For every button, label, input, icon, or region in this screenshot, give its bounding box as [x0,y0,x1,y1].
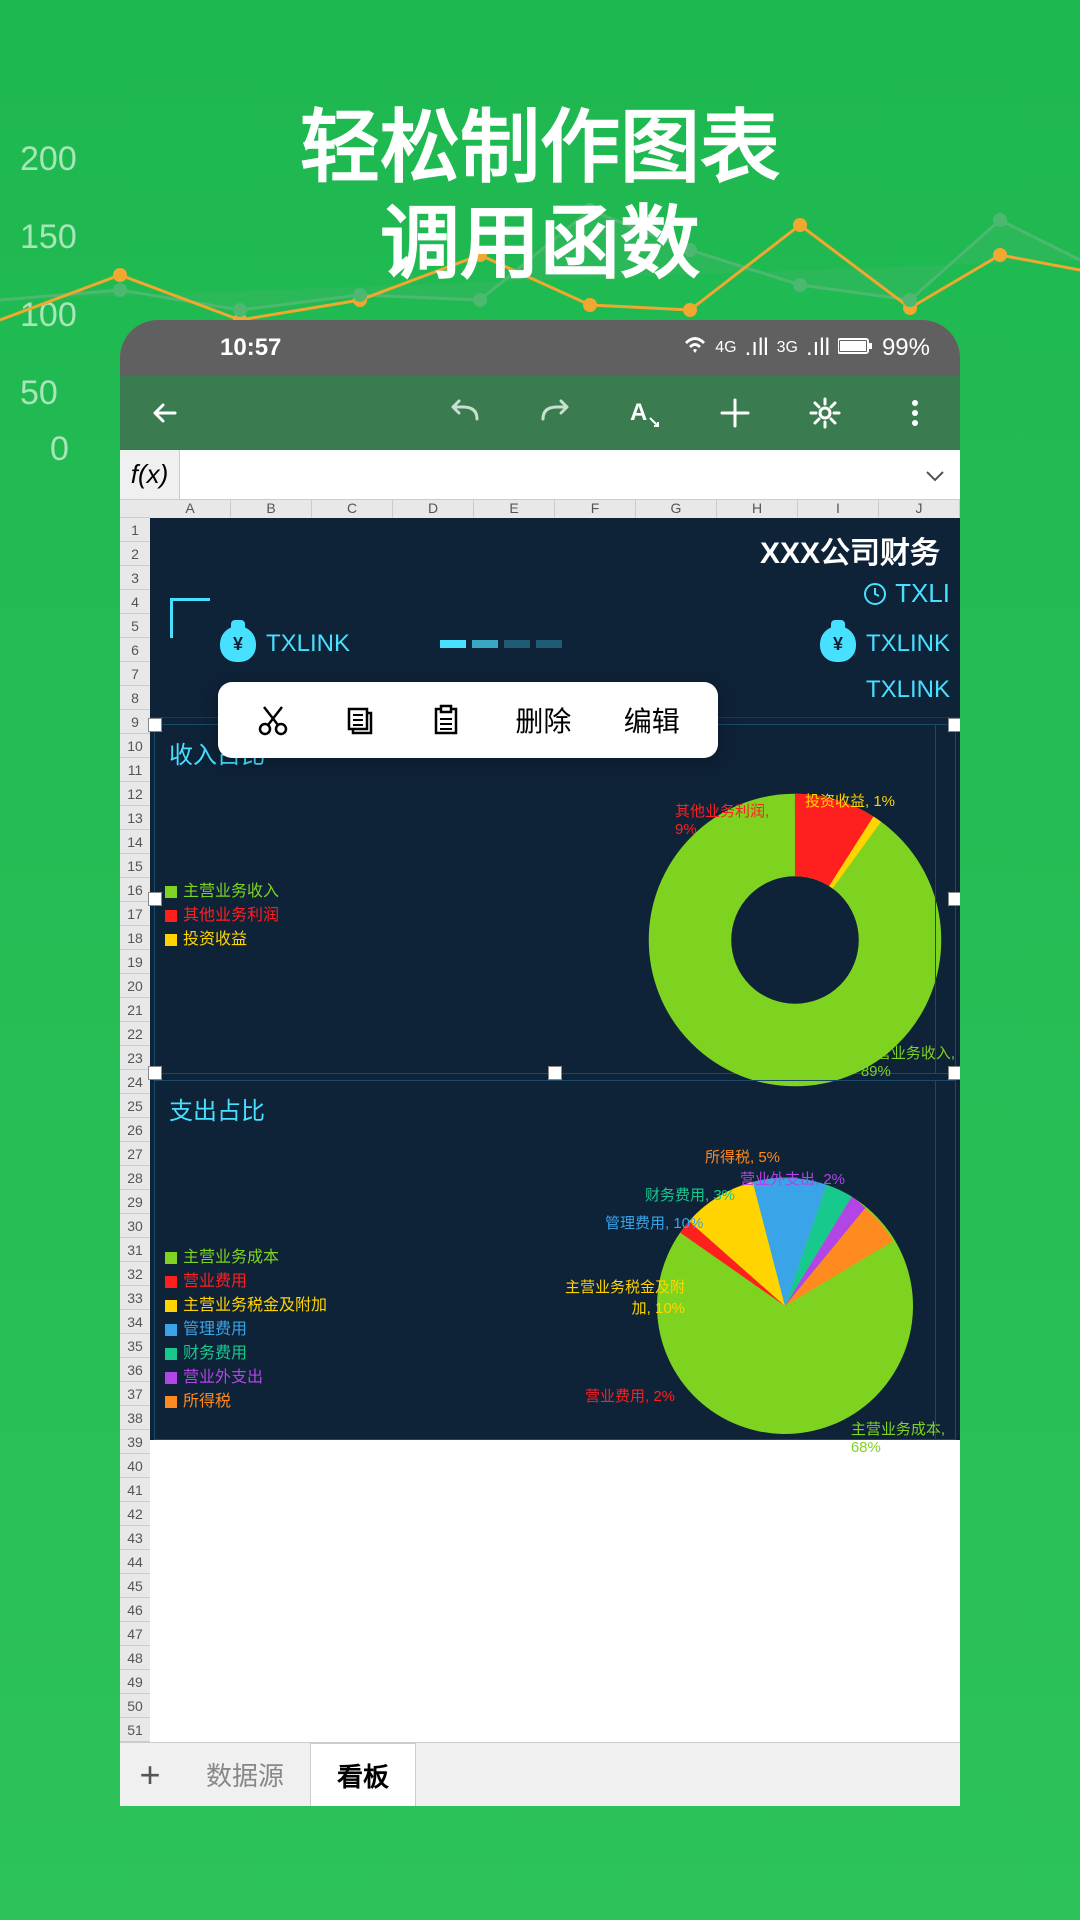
cut-button[interactable] [256,703,290,737]
dashboard-canvas[interactable]: XXX公司财务 TXLI ¥TXLINK ¥TXLINK TXLINK [150,518,960,1440]
pie-label: 所得税, 5% [705,1146,780,1167]
sheet-tabs: + 数据源 看板 [120,1742,960,1806]
chart-title: 支出占比 [155,1081,955,1136]
metric-badge: ¥TXLINK [220,626,350,662]
edit-button[interactable]: 编辑 [624,700,680,740]
chart-legend: 主营业务收入其他业务利润投资收益 [165,790,279,1090]
back-button[interactable] [140,397,190,429]
metric-label: TXLINK [866,676,950,704]
formula-bar: f(x) [120,450,960,500]
chart-expense-ratio[interactable]: 支出占比 主营业务成本营业费用主营业务税金及附加管理费用财务费用营业外支出所得税 [154,1080,956,1440]
legend-item: 主营业务成本 [165,1246,327,1270]
more-button[interactable] [890,399,940,427]
side-panel-edge [935,725,955,1073]
svg-text:A: A [630,399,647,426]
legend-item: 营业外支出 [165,1366,327,1390]
settings-button[interactable] [800,397,850,429]
pie-label: 营业外支出, 2% [740,1168,845,1189]
legend-item: 财务费用 [165,1342,327,1366]
battery-icon [838,334,874,362]
sheet-tab-datasource[interactable]: 数据源 [180,1743,310,1806]
legend-item: 所得税 [165,1390,327,1414]
column-headers[interactable]: ABCDEFGHIJ [150,500,960,518]
fx-label: f(x) [120,450,180,499]
chart-legend: 主营业务成本营业费用主营业务税金及附加管理费用财务费用营业外支出所得税 [165,1146,327,1466]
corner-decoration [170,598,210,638]
status-time: 10:57 [220,334,281,362]
legend-item: 主营业务税金及附加 [165,1294,327,1318]
signal-bars-icon: .ıll [745,334,769,362]
headline-line1: 轻松制作图表 [0,100,1080,196]
format-button[interactable]: A [620,396,670,430]
loading-indicator [440,640,562,648]
resize-handle[interactable] [148,892,162,906]
redo-button[interactable] [530,399,580,427]
context-menu: 删除 编辑 [218,682,718,758]
pie-label: 管理费用, 10% [605,1212,703,1233]
row-headers[interactable]: 1234567891011121314151617181920212223242… [120,500,150,1742]
resize-handle[interactable] [148,1066,162,1080]
expand-formula-button[interactable] [910,461,960,489]
legend-item: 管理费用 [165,1318,327,1342]
sheet-tab-dashboard[interactable]: 看板 [310,1743,416,1806]
battery-percent: 99% [882,334,930,362]
headline: 轻松制作图表 调用函数 [0,100,1080,292]
pie-label: 投资收益, 1% [805,790,895,811]
copy-button[interactable] [343,703,377,737]
pie-label: 主营业务成本,68% [851,1418,945,1456]
headline-line2: 调用函数 [0,196,1080,292]
signal-3g-icon: 3G [777,339,798,357]
pie-label: 财务费用, 3% [645,1184,735,1205]
paste-button[interactable] [429,703,463,737]
pie-label: 其他业务利润,9% [675,800,769,838]
undo-button[interactable] [440,399,490,427]
legend-item: 营业费用 [165,1270,327,1294]
phone-frame: 10:57 4G .ıll 3G .ıll 99% A [120,320,960,1806]
wifi-icon [683,334,707,362]
clock-badge: TXLI [863,578,950,609]
resize-handle[interactable] [148,718,162,732]
statusbar: 10:57 4G .ıll 3G .ıll 99% [120,320,960,376]
add-sheet-button[interactable]: + [120,1754,180,1796]
pie-chart: 所得税, 5% 营业外支出, 2% 财务费用, 3% 管理费用, 10% 主营业… [625,1146,945,1466]
pie-label: 主营业务税金及附加, 10% [565,1276,685,1318]
delete-button[interactable]: 删除 [515,700,571,740]
signal-4g-icon: 4G [715,339,736,357]
app-toolbar: A [120,376,960,450]
signal-bars-icon: .ıll [806,334,830,362]
legend-item: 主营业务收入 [165,880,279,904]
side-panel-edge [935,1081,955,1439]
metric-badge: ¥TXLINK [820,626,950,662]
resize-handle[interactable] [548,1066,562,1080]
legend-item: 其他业务利润 [165,904,279,928]
donut-chart: 其他业务利润,9% 投资收益, 1% 主营业务收入,89% [645,790,945,1090]
legend-item: 投资收益 [165,928,279,952]
chart-income-ratio[interactable]: 收入占比 主营业务收入其他业务利润投资收益 其他业务利润,9% [154,724,956,1074]
dashboard-title: XXX公司财务 [760,528,940,572]
add-button[interactable] [710,398,760,428]
pie-label: 营业费用, 2% [585,1385,675,1406]
